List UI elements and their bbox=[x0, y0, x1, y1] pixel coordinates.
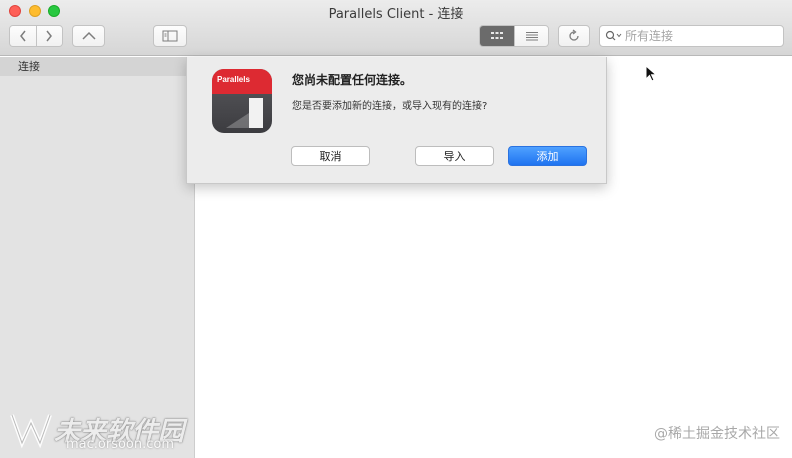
search-field[interactable] bbox=[599, 25, 784, 47]
sidebar-toggle-button[interactable] bbox=[153, 25, 187, 47]
list-icon bbox=[525, 32, 538, 41]
chevron-right-icon bbox=[46, 30, 53, 42]
import-button[interactable]: 导入 bbox=[415, 146, 494, 166]
dialog-title: 您尚未配置任何连接。 bbox=[292, 73, 413, 87]
watermark-logo-icon bbox=[10, 414, 52, 449]
watermark-left: 未来软件园 mac.orsoon.com bbox=[8, 405, 208, 453]
forward-button[interactable] bbox=[35, 26, 62, 46]
watermark-right: @稀土掘金技术社区 bbox=[654, 426, 780, 442]
no-connections-dialog: Parallels 您尚未配置任何连接。 您是否要添加新的连接，或导入现有的连接… bbox=[186, 57, 607, 184]
sidebar-item-connections[interactable]: 连接 bbox=[0, 57, 194, 76]
sidebar: 连接 bbox=[0, 57, 195, 458]
watermark-left-url: mac.orsoon.com bbox=[66, 437, 175, 452]
back-forward-group bbox=[9, 25, 63, 47]
sidebar-icon bbox=[162, 30, 178, 42]
window-title: Parallels Client - 连接 bbox=[328, 7, 464, 22]
search-icon[interactable] bbox=[605, 29, 625, 43]
chevron-left-icon bbox=[20, 30, 26, 42]
grid-view-button[interactable] bbox=[480, 26, 515, 46]
parallels-app-icon: Parallels bbox=[212, 69, 272, 133]
back-button[interactable] bbox=[10, 26, 36, 46]
search-input[interactable] bbox=[625, 29, 775, 43]
grid-icon bbox=[491, 32, 504, 39]
refresh-icon bbox=[569, 29, 579, 41]
parallels-logo: Parallels bbox=[217, 75, 250, 84]
up-button[interactable] bbox=[72, 25, 105, 47]
chevron-up-icon bbox=[81, 31, 96, 40]
title-bar: Parallels Client - 连接 bbox=[0, 0, 792, 56]
add-button[interactable]: 添加 bbox=[508, 146, 587, 166]
app-window: Parallels Client - 连接 所有连接 连接 Parallels … bbox=[0, 0, 792, 458]
mouse-cursor-icon bbox=[645, 65, 658, 82]
dialog-message: 您是否要添加新的连接，或导入现有的连接? bbox=[292, 101, 488, 112]
view-mode-group bbox=[479, 25, 549, 47]
cancel-button[interactable]: 取消 bbox=[291, 146, 370, 166]
refresh-button[interactable] bbox=[558, 25, 590, 47]
list-view-button[interactable] bbox=[514, 26, 548, 46]
sidebar-item-label: 连接 bbox=[18, 60, 40, 73]
